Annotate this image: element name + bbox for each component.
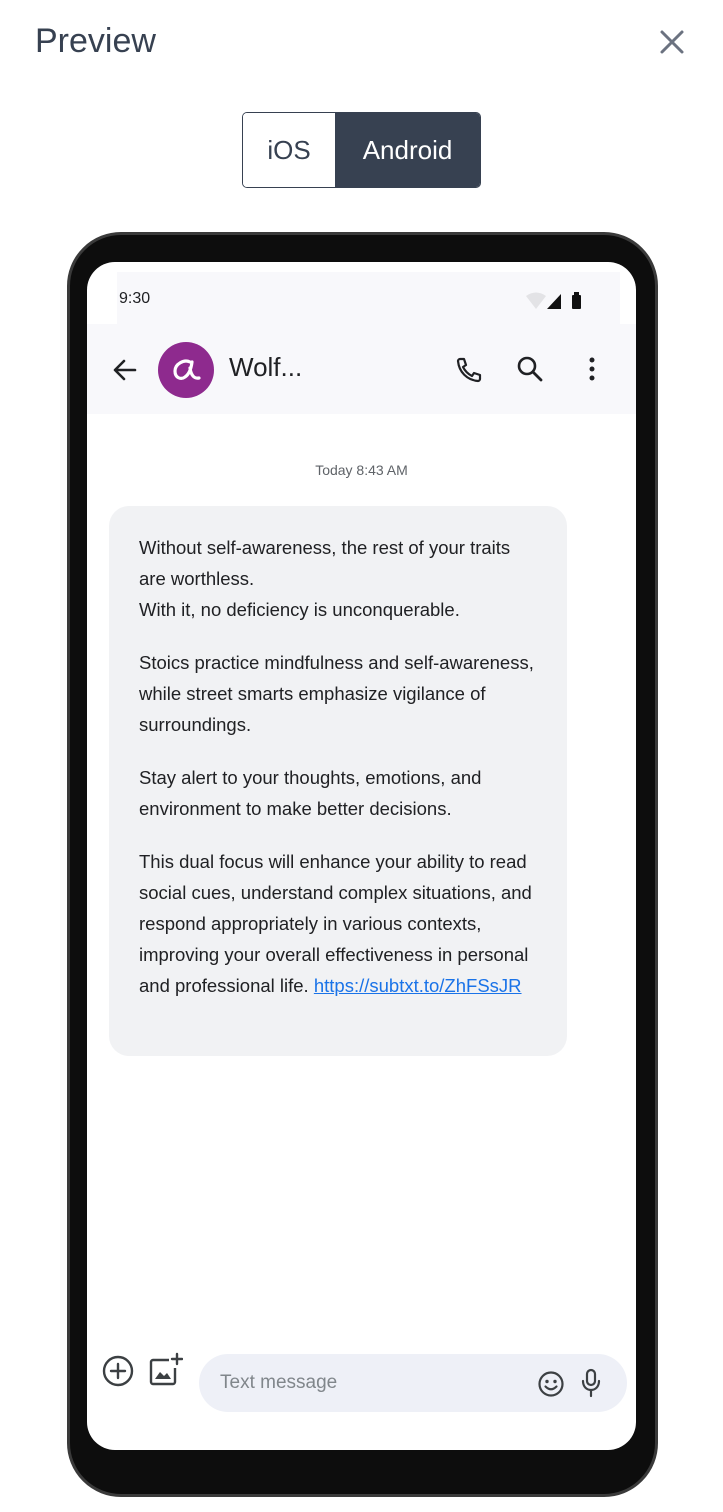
more-vert-icon[interactable] xyxy=(577,354,607,384)
emoji-icon[interactable] xyxy=(537,1370,565,1398)
add-image-icon[interactable] xyxy=(147,1352,184,1388)
message-paragraph: Stay alert to your thoughts, emotions, a… xyxy=(139,767,482,819)
phone-icon[interactable] xyxy=(453,355,483,385)
wifi-icon xyxy=(526,292,546,309)
back-arrow-icon[interactable] xyxy=(111,356,139,384)
platform-toggle: iOS Android xyxy=(242,112,481,188)
signal-icon xyxy=(547,294,561,309)
message-timestamp: Today 8:43 AM xyxy=(315,462,408,478)
conversation-app-bar: Wolf... xyxy=(87,324,636,414)
mic-icon[interactable] xyxy=(579,1368,603,1398)
contact-name: Wolf... xyxy=(229,352,303,382)
status-bar: 9:30 xyxy=(117,272,620,324)
close-icon[interactable] xyxy=(656,26,688,58)
message-paragraph-last: This dual focus will enhance your abilit… xyxy=(139,846,537,1001)
add-attachment-icon[interactable] xyxy=(101,1354,135,1388)
alpha-logo-icon xyxy=(173,359,201,380)
avatar[interactable] xyxy=(158,342,214,398)
status-time: 9:30 xyxy=(119,290,151,307)
search-icon[interactable] xyxy=(515,354,545,384)
battery-icon xyxy=(572,292,581,309)
tab-ios[interactable]: iOS xyxy=(243,113,335,187)
phone-screen: 9:30 Wolf... Today 8:43 AM Without self-… xyxy=(87,262,636,1450)
message-link[interactable]: https://subtxt.to/ZhFSsJR xyxy=(314,975,522,996)
message-bubble: Without self-awareness, the rest of your… xyxy=(109,506,567,1056)
message-paragraph: Without self-awareness, the rest of your… xyxy=(139,537,511,620)
message-paragraph: Stoics practice mindfulness and self-awa… xyxy=(139,652,534,735)
page-title: Preview xyxy=(35,22,156,60)
status-icons xyxy=(526,292,581,309)
tab-android[interactable]: Android xyxy=(335,113,480,187)
